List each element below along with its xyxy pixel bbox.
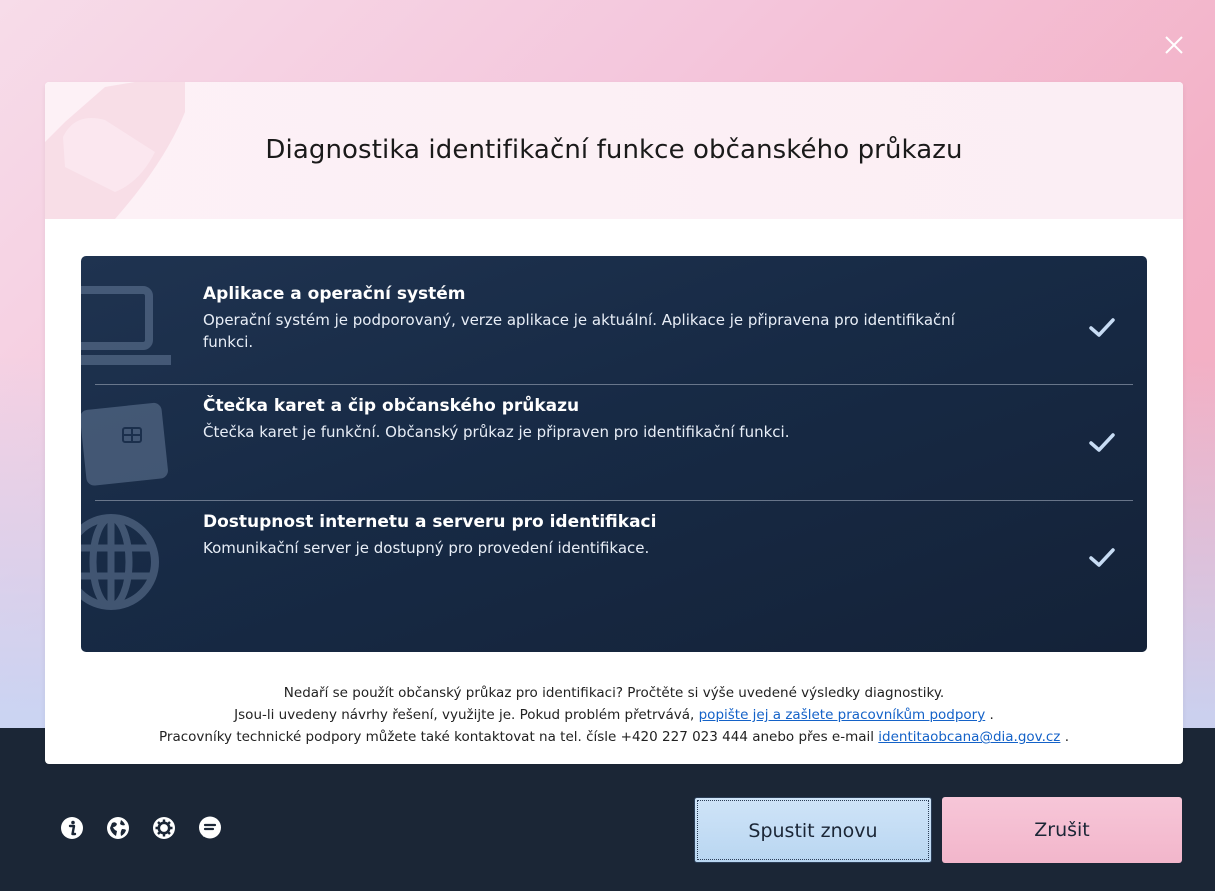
checkmark-icon: [1089, 433, 1115, 452]
chat-icon[interactable]: [198, 816, 222, 840]
help-line-2-end: .: [985, 707, 994, 723]
divider: [95, 384, 1133, 385]
rerun-button[interactable]: Spustit znovu: [694, 797, 932, 863]
help-line-2: Jsou-li uvedeny návrhy řešení, využijte …: [45, 704, 1183, 726]
support-email-link[interactable]: identitaobcana@dia.gov.cz: [878, 729, 1060, 745]
help-line-2-text: Jsou-li uvedeny návrhy řešení, využijte …: [234, 707, 699, 723]
help-text: Nedaří se použít občanský průkaz pro ide…: [45, 682, 1183, 748]
check-title: Aplikace a operační systém: [203, 284, 466, 304]
help-line-1: Nedaří se použít občanský průkaz pro ide…: [283, 685, 945, 701]
check-text: Komunikační server je dostupný pro prove…: [203, 539, 650, 557]
globe-icon[interactable]: [106, 816, 130, 840]
help-line-3-end: .: [1060, 729, 1069, 745]
globe-icon: [81, 514, 159, 610]
check-row-reader: Čtečka karet a čip občanského průkazu Čt…: [81, 386, 1147, 500]
checkmark-icon: [1089, 318, 1115, 337]
diagnostics-card: Diagnostika identifikační funkce občansk…: [45, 82, 1183, 764]
settings-icon[interactable]: [152, 816, 176, 840]
card-icon: [81, 402, 168, 486]
checkmark-icon: [1089, 548, 1115, 567]
help-line-3-text: Pracovníky technické podpory můžete také…: [159, 729, 879, 745]
check-row-internet: Dostupnost internetu a serveru pro ident…: [81, 502, 1147, 652]
info-icon[interactable]: [60, 816, 84, 840]
help-line-3: Pracovníky technické podpory můžete také…: [45, 726, 1183, 748]
page-title: Diagnostika identifikační funkce občansk…: [265, 135, 963, 165]
laptop-icon: [81, 286, 171, 365]
check-text: Čtečka karet je funkční. Občanský průkaz…: [203, 423, 790, 441]
card-header: Diagnostika identifikační funkce občansk…: [45, 82, 1183, 219]
check-title: Dostupnost internetu a serveru pro ident…: [203, 512, 657, 532]
divider: [95, 500, 1133, 501]
diagnostics-panel: Aplikace a operační systém Operační syst…: [81, 256, 1147, 652]
check-row-app: Aplikace a operační systém Operační syst…: [81, 256, 1147, 382]
cancel-button[interactable]: Zrušit: [942, 797, 1182, 863]
check-title: Čtečka karet a čip občanského průkazu: [203, 396, 580, 416]
support-report-link[interactable]: popište jej a zašlete pracovníkům podpor…: [699, 707, 986, 723]
check-text: Operační systém je podporovaný, verze ap…: [203, 311, 955, 351]
footer-icon-bar: [60, 816, 222, 840]
close-icon[interactable]: [1159, 30, 1189, 60]
